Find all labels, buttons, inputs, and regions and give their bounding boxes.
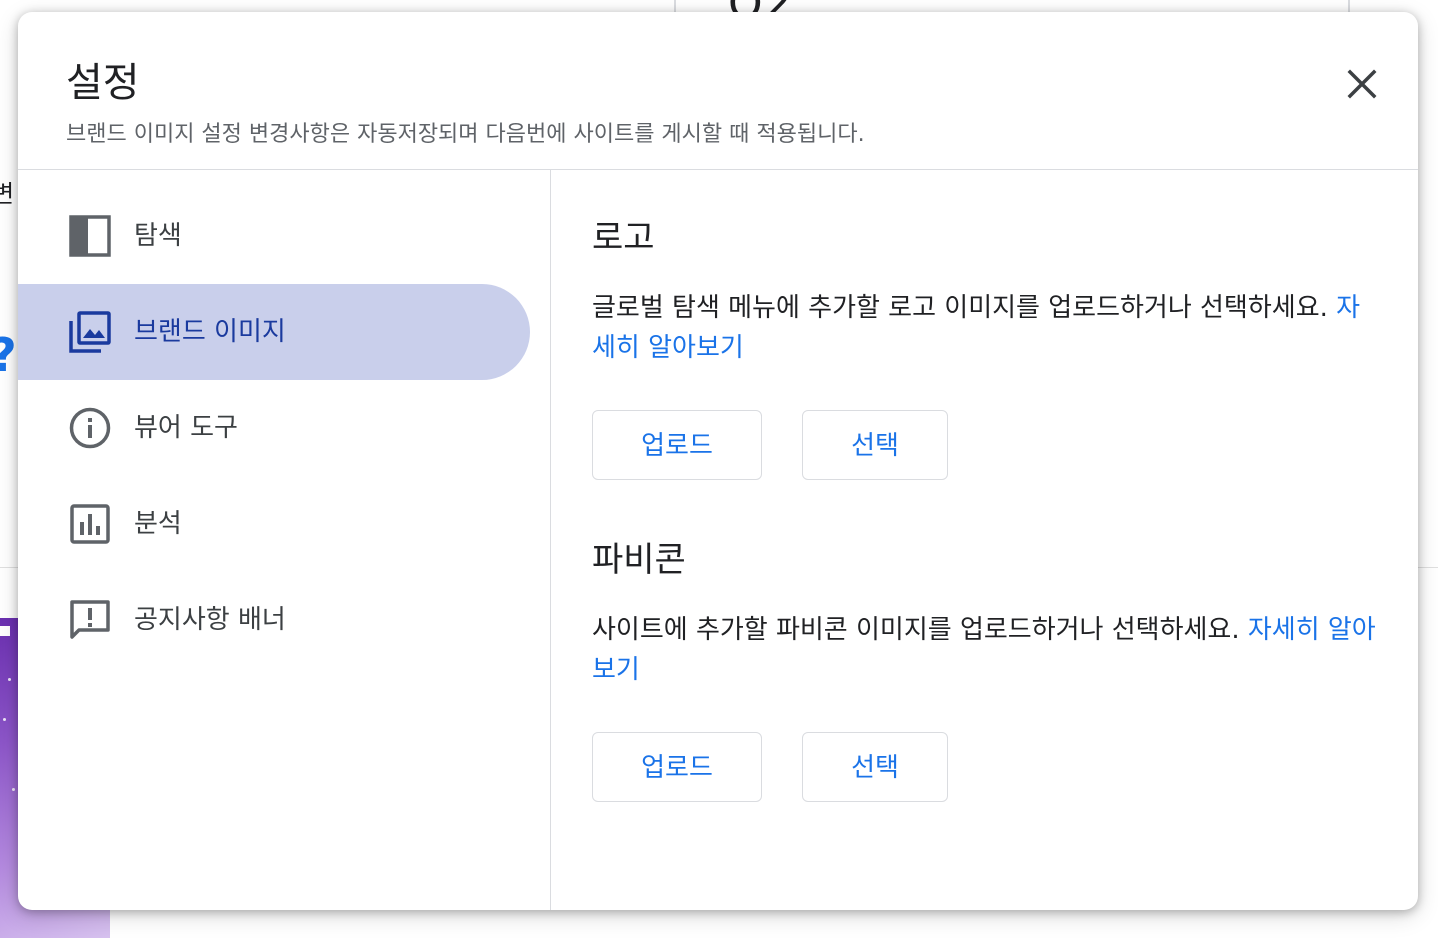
favicon-description-text: 사이트에 추가할 파비콘 이미지를 업로드하거나 선택하세요. — [592, 615, 1240, 645]
announcement-icon — [70, 600, 110, 639]
navigation-panel-icon — [69, 215, 111, 257]
logo-learn-more-link[interactable]: 자 — [1336, 293, 1360, 323]
sidebar-item-label: 브랜드 이미지 — [134, 317, 286, 347]
sidebar-item-label: 뷰어 도구 — [134, 413, 238, 443]
background-divider — [674, 0, 676, 12]
favicon-select-button[interactable]: 선택 — [802, 732, 948, 802]
sidebar-item-label: 탐색 — [134, 221, 182, 251]
dialog-subtitle: 브랜드 이미지 설정 변경사항은 자동저장되며 다음번에 사이트를 게시할 때 … — [66, 122, 865, 147]
logo-description-text: 글로벌 탐색 메뉴에 추가할 로고 이미지를 업로드하거나 선택하세요. — [592, 293, 1328, 323]
background-text-fragment: 변 — [0, 180, 15, 208]
favicon-learn-more-link[interactable]: 자세히 알아 — [1248, 615, 1376, 645]
dialog-header: 설정 브랜드 이미지 설정 변경사항은 자동저장되며 다음번에 사이트를 게시할… — [18, 12, 1418, 170]
sidebar-item-navigation[interactable]: 탐색 — [18, 188, 530, 284]
sidebar-item-label: 공지사항 배너 — [134, 605, 286, 635]
favicon-upload-button[interactable]: 업로드 — [592, 732, 762, 802]
settings-dialog: 설정 브랜드 이미지 설정 변경사항은 자동저장되며 다음번에 사이트를 게시할… — [18, 12, 1418, 910]
brand-image-panel: 로고 글로벌 탐색 메뉴에 추가할 로고 이미지를 업로드하거나 선택하세요. … — [551, 170, 1418, 910]
sidebar-item-announcement-banner[interactable]: 공지사항 배너 — [18, 572, 530, 668]
settings-sidebar: 탐색 브랜드 이미지 뷰어 도구 분석 공지사항 배너 — [18, 170, 551, 910]
background-divider — [0, 567, 18, 568]
favicon-section-description: 사이트에 추가할 파비콘 이미지를 업로드하거나 선택하세요. 자세히 알아 보… — [592, 610, 1392, 690]
logo-section-title: 로고 — [592, 218, 655, 258]
background-divider — [1418, 567, 1438, 568]
favicon-learn-more-link[interactable]: 보기 — [592, 655, 640, 685]
logo-upload-button[interactable]: 업로드 — [592, 410, 762, 480]
dialog-title: 설정 — [66, 60, 140, 106]
sidebar-item-viewer-tools[interactable]: 뷰어 도구 — [18, 380, 530, 476]
background-question-mark: ? — [0, 328, 17, 382]
sidebar-item-label: 분석 — [134, 509, 182, 539]
background-divider — [1348, 0, 1350, 12]
info-icon — [69, 407, 111, 449]
photo-library-icon — [69, 311, 111, 353]
logo-select-button[interactable]: 선택 — [802, 410, 948, 480]
favicon-section-title: 파비콘 — [592, 540, 686, 580]
logo-section-description: 글로벌 탐색 메뉴에 추가할 로고 이미지를 업로드하거나 선택하세요. 자 세… — [592, 288, 1392, 368]
bar-chart-icon — [70, 504, 110, 544]
close-button[interactable] — [1340, 62, 1384, 106]
close-icon — [1347, 69, 1377, 99]
logo-learn-more-link[interactable]: 세히 알아보기 — [592, 333, 744, 363]
sidebar-item-analytics[interactable]: 분석 — [18, 476, 530, 572]
sidebar-item-brand-image[interactable]: 브랜드 이미지 — [18, 284, 530, 380]
